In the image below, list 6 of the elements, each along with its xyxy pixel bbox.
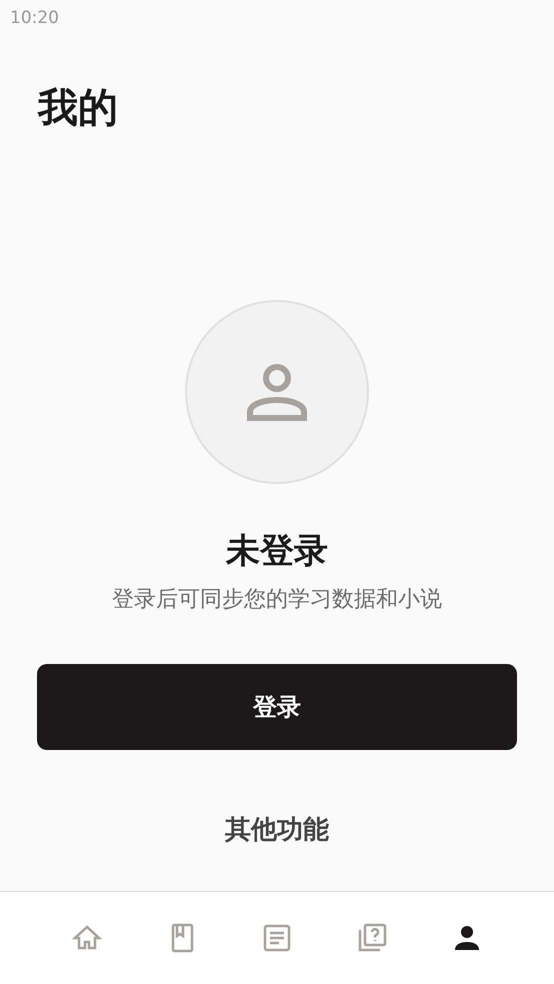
login-hint: 登录后可同步您的学习数据和小说 bbox=[112, 586, 442, 614]
login-status: 未登录 bbox=[226, 530, 328, 573]
section-title: 其他功能 bbox=[225, 814, 329, 847]
status-time: 10:20 bbox=[10, 8, 59, 28]
login-button[interactable]: 登录 bbox=[37, 664, 517, 750]
page-title: 我的 bbox=[38, 84, 119, 133]
